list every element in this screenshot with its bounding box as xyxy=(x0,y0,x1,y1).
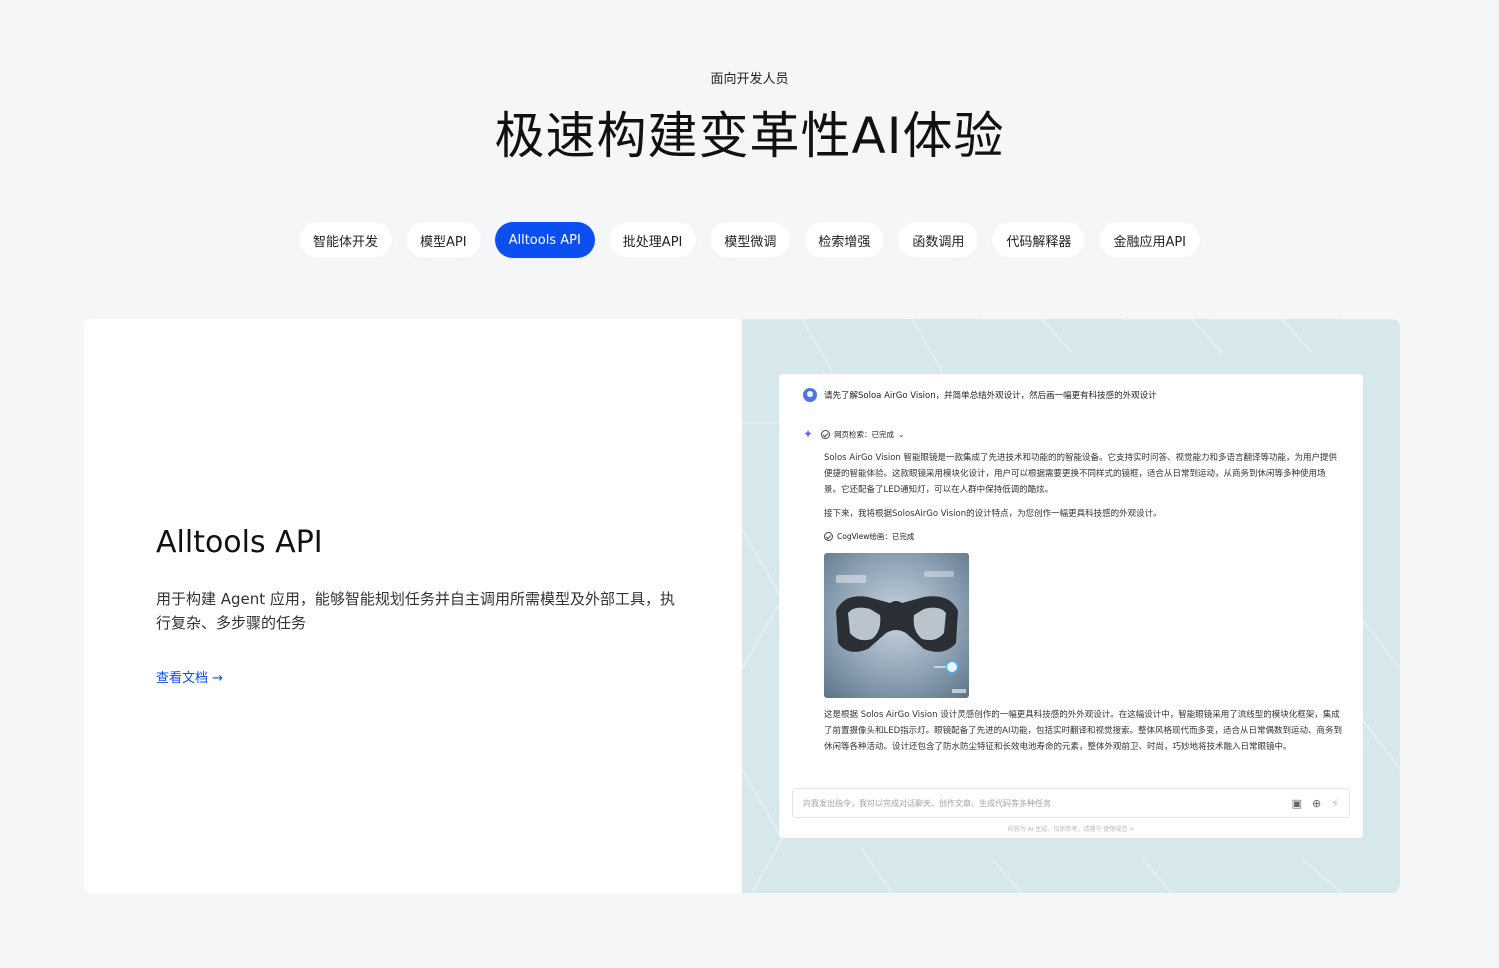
check-circle-icon xyxy=(821,429,831,439)
ai-paragraph-3: 这是根据 Solos AirGo Vision 设计灵感创作的一幅更具科技感的外… xyxy=(824,710,1342,752)
tab-finance-api[interactable]: 金融应用API xyxy=(1099,222,1201,258)
feature-card: Alltools API 用于构建 Agent 应用，能够智能规划任务并自主调用… xyxy=(84,319,1400,893)
check-circle-icon xyxy=(824,532,833,541)
input-actions: ▣ ⊕ ⚡ xyxy=(1292,797,1339,810)
tab-code-interpreter[interactable]: 代码解释器 xyxy=(992,222,1086,258)
ai-status-row: ✦ 网页检索：已完成 ⌄ xyxy=(803,427,904,441)
tab-model-api[interactable]: 模型API xyxy=(406,222,481,258)
chat-window: 请先了解Soloa AirGo Vision，并简单总结外观设计，然后画一幅更有… xyxy=(779,374,1363,838)
view-docs-label: 查看文档 xyxy=(156,671,209,686)
sparkle-icon: ✦ xyxy=(803,427,814,441)
preview-panel: 请先了解Soloa AirGo Vision，并简单总结外观设计，然后画一幅更有… xyxy=(742,319,1400,893)
arrow-right-icon: → xyxy=(212,671,224,686)
view-docs-link[interactable]: 查看文档 → xyxy=(156,667,223,686)
web-search-status[interactable]: 网页检索：已完成 ⌄ xyxy=(821,429,904,440)
web-search-status-label: 网页检索：已完成 xyxy=(834,429,895,439)
ai-paragraph-1: Solos AirGo Vision 智能眼镜是一款集成了先进技术和功能的的智能… xyxy=(824,453,1338,495)
user-message: 请先了解Soloa AirGo Vision，并简单总结外观设计，然后画一幅更有… xyxy=(824,391,1157,401)
ai-disclaimer: 内容为 AI 生成，仅供参考，请遵守 使用规范 > xyxy=(1007,826,1135,833)
tab-fine-tuning[interactable]: 模型微调 xyxy=(710,222,791,258)
glasses-illustration xyxy=(836,571,966,693)
chevron-down-icon: ⌄ xyxy=(898,429,905,439)
chat-input[interactable]: 向我发出指令，我可以完成对话聊天、创作文章、生成代码等多种任务 ▣ ⊕ ⚡ xyxy=(792,788,1350,818)
cogview-status: CogView绘画：已完成 xyxy=(824,531,914,542)
feature-tabs: 智能体开发 模型API Alltools API 批处理API 模型微调 检索增… xyxy=(0,222,1499,258)
eyebrow-text: 面向开发人员 xyxy=(710,72,789,87)
user-message-row: 请先了解Soloa AirGo Vision，并简单总结外观设计，然后画一幅更有… xyxy=(803,388,1157,402)
chat-input-placeholder: 向我发出指令，我可以完成对话聊天、创作文章、生成代码等多种任务 xyxy=(803,798,1051,808)
tab-retrieval[interactable]: 检索增强 xyxy=(804,222,885,258)
feature-title: Alltools API xyxy=(156,525,323,560)
tab-alltools-api[interactable]: Alltools API xyxy=(494,222,595,258)
add-circle-icon[interactable]: ⊕ xyxy=(1312,797,1321,810)
send-lightning-icon[interactable]: ⚡ xyxy=(1331,797,1339,810)
hero-title: 极速构建变革性AI体验 xyxy=(494,107,1005,165)
cogview-status-label: CogView绘画：已完成 xyxy=(837,532,915,541)
feature-description: 用于构建 Agent 应用，能够智能规划任务并自主调用所需模型及外部工具，执行复… xyxy=(156,590,675,632)
tab-agent-dev[interactable]: 智能体开发 xyxy=(298,222,392,258)
tab-batch-api[interactable]: 批处理API xyxy=(608,222,697,258)
generated-glasses-image[interactable] xyxy=(824,553,969,698)
tab-function-call[interactable]: 函数调用 xyxy=(898,222,979,258)
ai-paragraph-2: 接下来，我将根据SolosAirGo Vision的设计特点，为您创作一幅更具科… xyxy=(824,509,1162,519)
user-avatar-icon xyxy=(803,388,817,402)
feature-info: Alltools API 用于构建 Agent 应用，能够智能规划任务并自主调用… xyxy=(84,319,742,893)
image-icon[interactable]: ▣ xyxy=(1292,797,1302,810)
